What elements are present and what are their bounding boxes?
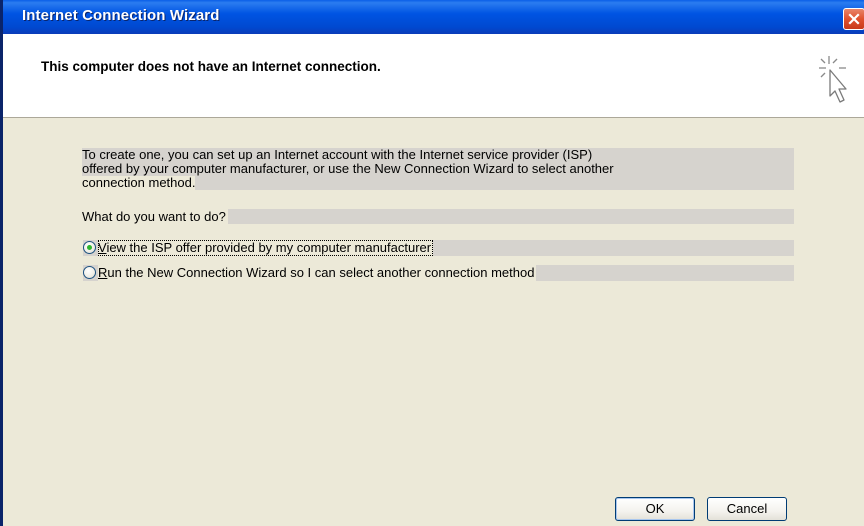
question-text: What do you want to do? [82,209,228,224]
accelerator-key: R [98,265,108,280]
wizard-content: To create one, you can set up an Interne… [3,118,864,526]
description-text: To create one, you can set up an Interne… [82,148,794,190]
wizard-window: Internet Connection Wizard This computer… [0,0,864,526]
option-new-connection-wizard[interactable]: Run the New Connection Wizard so I can s… [83,265,794,281]
description-line: To create one, you can set up an Interne… [82,147,593,162]
cancel-button[interactable]: Cancel [707,497,787,521]
option-isp-offer[interactable]: View the ISP offer provided by my comput… [83,240,794,256]
close-icon [848,13,860,25]
option-new-connection-wizard-label[interactable]: Run the New Connection Wizard so I can s… [98,265,537,281]
radio-new-connection-wizard[interactable] [83,266,96,279]
radio-isp-offer[interactable] [83,241,96,254]
option-isp-offer-label[interactable]: View the ISP offer provided by my comput… [98,240,434,256]
description-line: offered by your computer manufacturer, o… [82,161,614,176]
description-line: connection method. [82,175,196,190]
window-title: Internet Connection Wizard [22,7,220,24]
option-text: un the New Connection Wizard so I can se… [107,265,535,280]
close-button[interactable] [843,8,864,30]
ok-button[interactable]: OK [615,497,695,521]
page-heading: This computer does not have an Internet … [41,59,381,74]
question-label: What do you want to do? [82,209,794,224]
wizard-header: This computer does not have an Internet … [3,34,864,118]
option-text: iew the ISP offer provided by my compute… [106,240,432,255]
wizard-cursor-icon [819,56,847,103]
title-bar[interactable]: Internet Connection Wizard [3,0,864,34]
